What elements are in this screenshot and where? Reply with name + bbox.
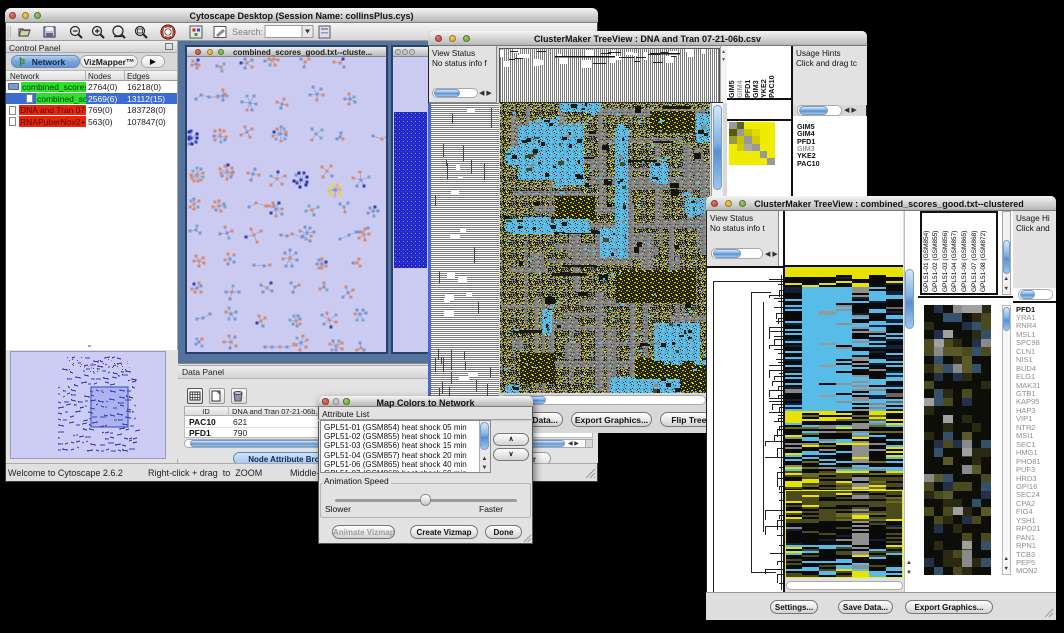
- svg-text:Search:: Search:: [232, 27, 263, 37]
